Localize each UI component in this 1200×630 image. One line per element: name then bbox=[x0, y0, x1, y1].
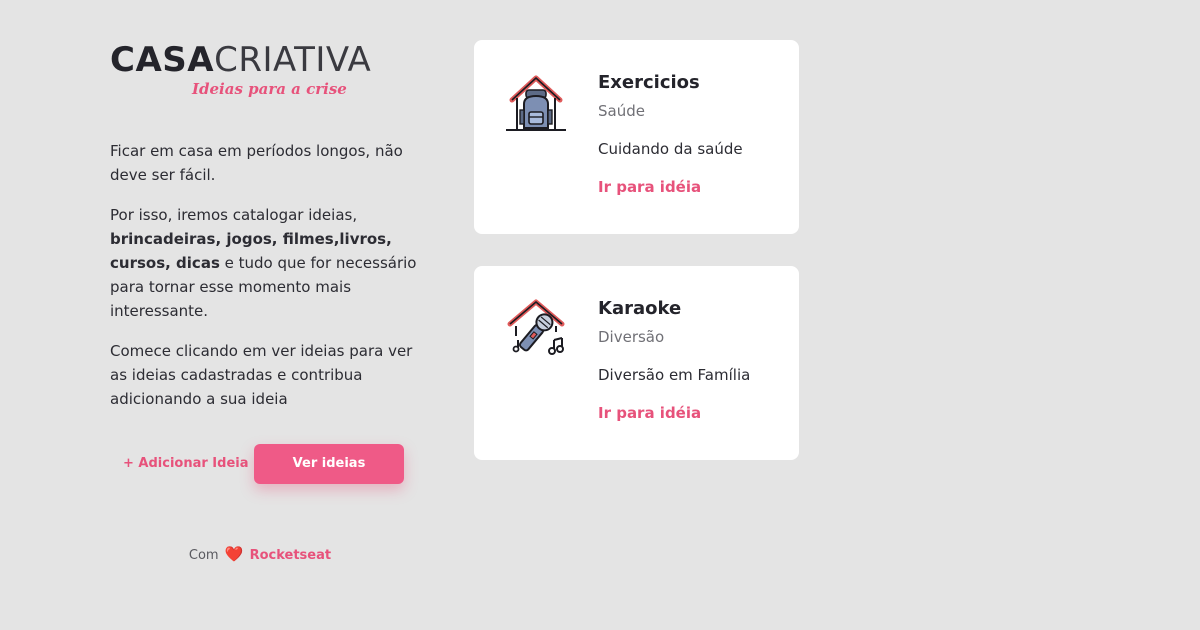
footer-prefix: Com bbox=[188, 548, 219, 563]
intro-paragraph-1: Ficar em casa em períodos longos, não de… bbox=[110, 142, 403, 184]
house-backpack-icon bbox=[504, 70, 568, 134]
add-idea-button[interactable]: + Adicionar Ideia bbox=[123, 444, 249, 484]
actions: + Adicionar Ideia Ver ideias bbox=[110, 444, 420, 484]
intro-text: Ficar em casa em períodos longos, não de… bbox=[110, 139, 420, 411]
idea-link[interactable]: Ir para idéia bbox=[598, 176, 701, 198]
idea-category: Saúde bbox=[598, 102, 645, 120]
intro-column: CASACRIATIVA Ideias para a crise Ficar e… bbox=[110, 40, 420, 563]
idea-card-body: Exercicios Saúde Cuidando da saúde Ir pa… bbox=[598, 70, 788, 198]
logo-word-casa: CASA bbox=[110, 40, 215, 80]
intro-paragraph-2-start: Por isso, iremos catalogar ideias, bbox=[110, 206, 358, 224]
intro-paragraph-3: Comece clicando em ver ideias para ver a… bbox=[110, 342, 413, 408]
idea-card: Exercicios Saúde Cuidando da saúde Ir pa… bbox=[474, 40, 799, 234]
idea-description: Diversão em Família bbox=[598, 366, 751, 384]
idea-category: Diversão bbox=[598, 328, 665, 346]
logo: CASACRIATIVA Ideias para a crise bbox=[110, 40, 420, 104]
idea-title: Exercicios bbox=[598, 72, 700, 93]
idea-card: Karaoke Diversão Diversão em Família Ir … bbox=[474, 266, 799, 460]
idea-description: Cuidando da saúde bbox=[598, 140, 743, 158]
logo-tagline: Ideias para a crise bbox=[192, 80, 347, 98]
idea-title: Karaoke bbox=[598, 298, 682, 319]
page: CASACRIATIVA Ideias para a crise Ficar e… bbox=[0, 0, 1200, 630]
logo-word-criativa: CRIATIVA bbox=[214, 40, 372, 80]
footer-brand-link[interactable]: Rocketseat bbox=[250, 548, 332, 563]
logo-wordmark: CASACRIATIVA bbox=[110, 40, 420, 80]
view-ideas-button[interactable]: Ver ideias bbox=[254, 444, 404, 484]
house-microphone-icon bbox=[504, 296, 568, 360]
footer: Com ❤️ Rocketseat bbox=[110, 545, 410, 563]
idea-link[interactable]: Ir para idéia bbox=[598, 402, 701, 424]
idea-card-body: Karaoke Diversão Diversão em Família Ir … bbox=[598, 296, 788, 424]
intro-paragraph-2: Por isso, iremos catalogar ideias, brinc… bbox=[110, 203, 420, 323]
heart-icon: ❤️ bbox=[224, 545, 244, 563]
